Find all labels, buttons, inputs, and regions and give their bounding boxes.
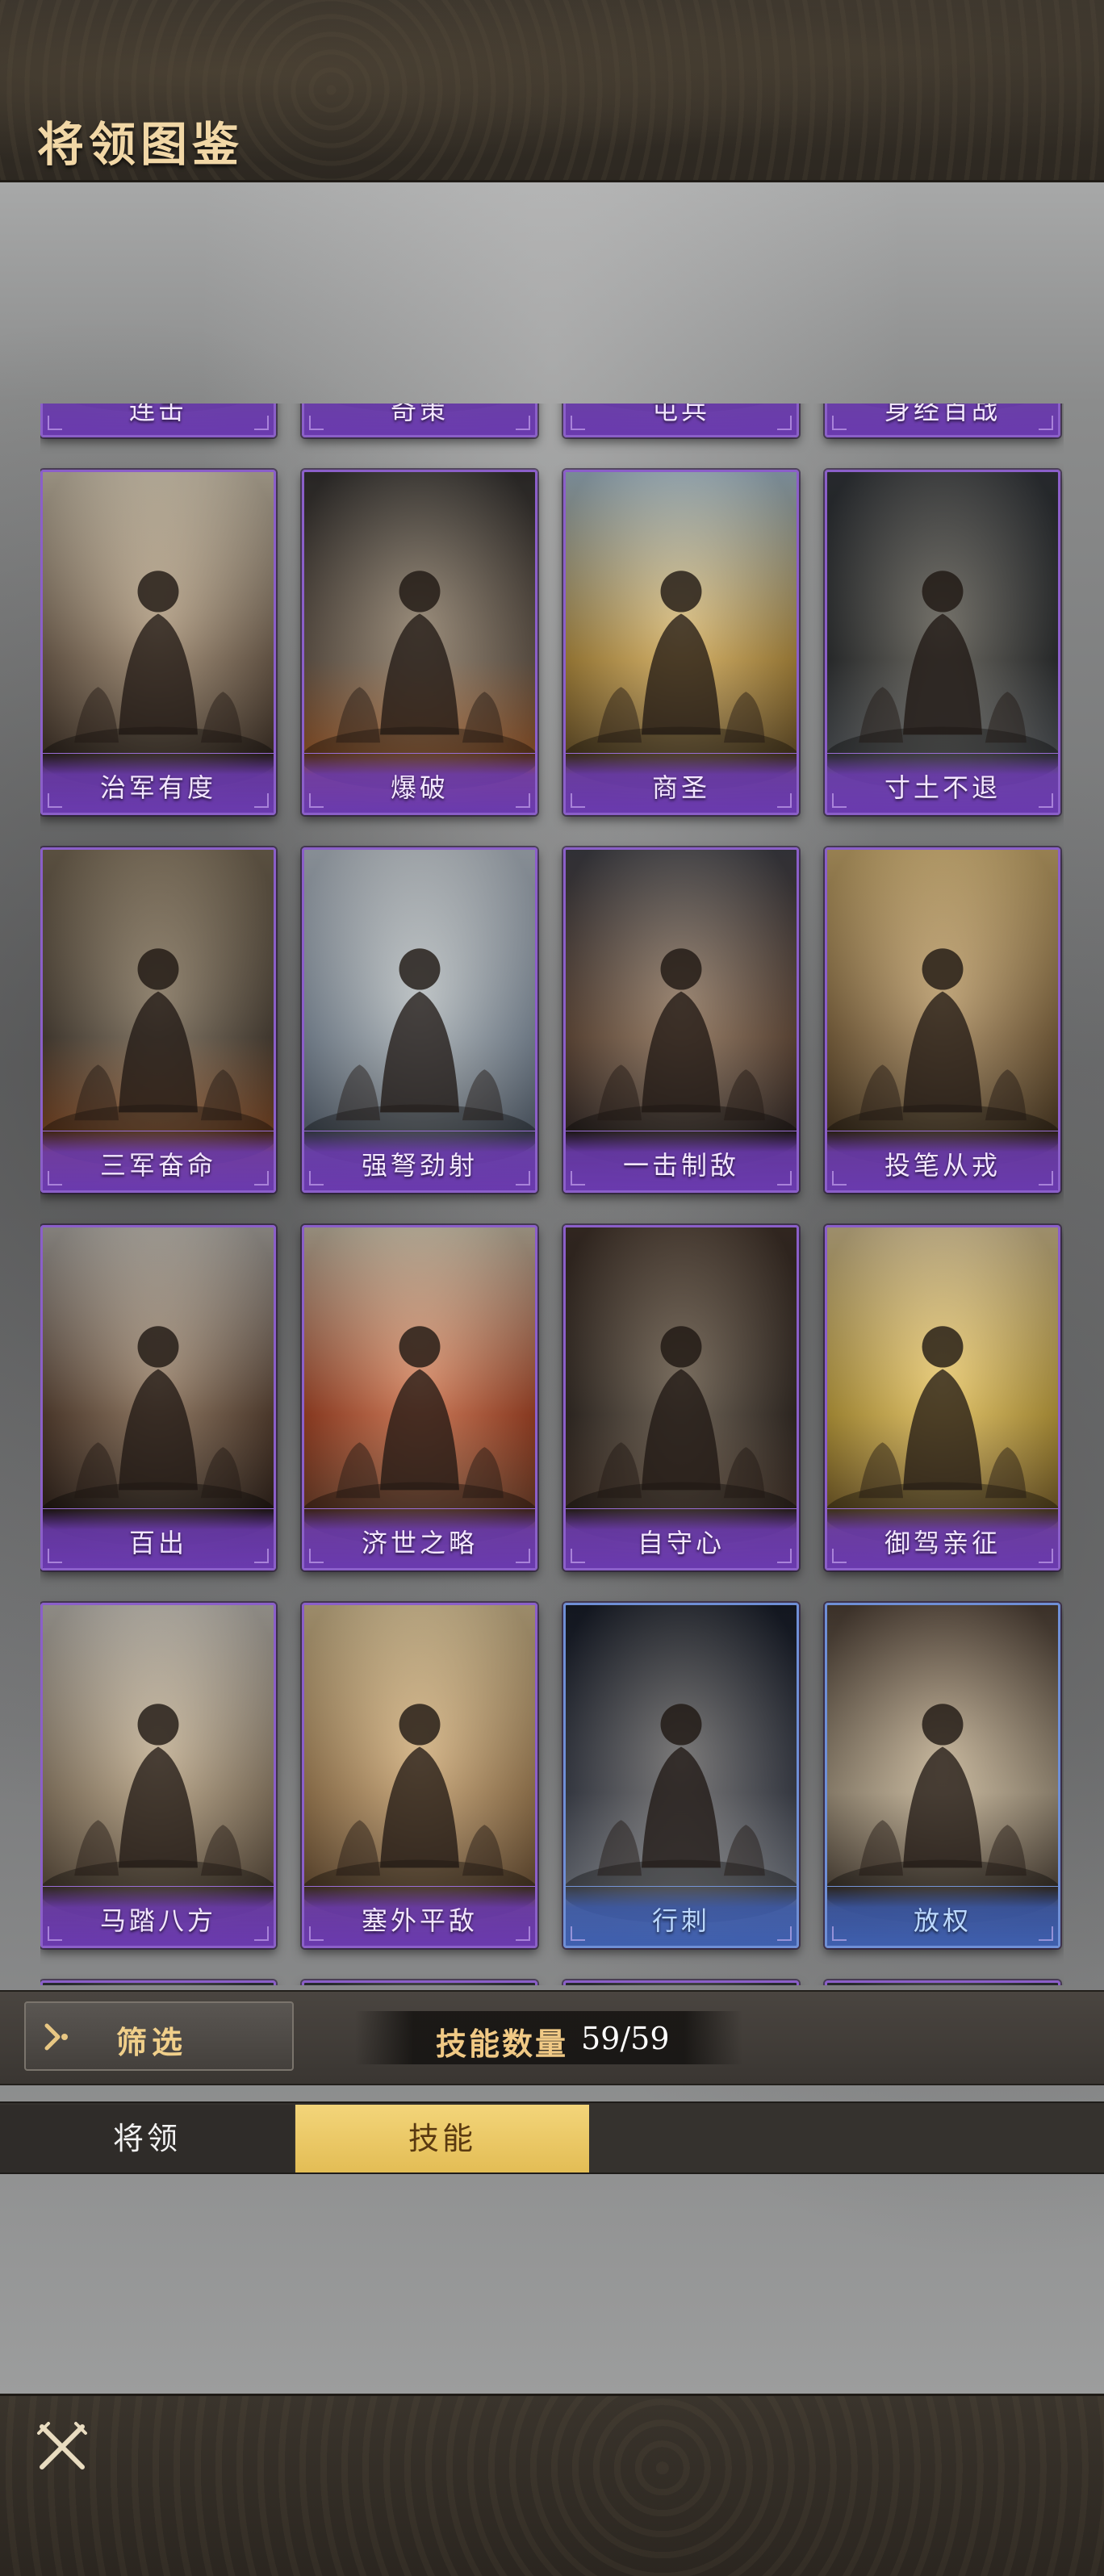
card-art [827,1983,1058,1985]
card-name: 三军奋命 [99,1150,216,1181]
skill-card-partial[interactable] [563,1980,799,1985]
skill-card-grid[interactable]: 连击 奇策 屯兵 身经百战 治军有度 爆破 商圣 寸土不退 三军奋命 强弩劲射 … [40,404,1064,1985]
skill-card[interactable]: 商圣 [563,470,799,815]
skill-count-label: 技能数量 [436,2026,569,2062]
page-header: 将领图鉴 [0,0,1104,182]
skill-card-partial[interactable] [825,1980,1060,1985]
card-name: 自守心 [637,1528,725,1558]
card-name: 一击制敌 [622,1150,739,1181]
chevron-right-icon [44,2023,68,2051]
page-title: 将领图鉴 [37,117,245,172]
skill-count: 技能数量 59/59 [355,2011,742,2064]
card-name: 奇策 [390,404,449,425]
category-tabs: 将领 技能 [0,2101,1104,2174]
card-name: 百出 [128,1528,187,1558]
card-name: 治军有度 [99,772,216,803]
skill-card[interactable]: 投笔从戎 [825,847,1060,1193]
skill-card-partial[interactable]: 奇策 [302,404,537,437]
tab-generals[interactable]: 将领 [0,2105,294,2172]
skill-card-partial[interactable]: 连击 [40,404,276,437]
skill-card[interactable]: 强弩劲射 [302,847,537,1193]
filter-button[interactable]: 筛选 [24,2001,294,2071]
skill-card[interactable]: 三军奋命 [40,847,276,1193]
skill-card[interactable]: 治军有度 [40,470,276,815]
card-name: 强弩劲射 [361,1150,478,1181]
skill-card[interactable]: 放权 [825,1603,1060,1948]
card-name: 济世之略 [361,1528,478,1558]
skill-card[interactable]: 寸土不退 [825,470,1060,815]
card-name: 爆破 [390,772,449,803]
skill-card[interactable]: 爆破 [302,470,537,815]
skill-count-value: 59/59 [581,2021,670,2056]
crossed-swords-close-icon[interactable] [36,2420,89,2474]
skill-card[interactable]: 行刺 [563,1603,799,1948]
skill-card[interactable]: 济世之略 [302,1225,537,1570]
skill-card[interactable]: 百出 [40,1225,276,1570]
card-name: 寸土不退 [884,772,1001,803]
card-name: 屯兵 [651,404,710,425]
card-name: 投笔从戎 [884,1150,1001,1181]
skill-card[interactable]: 一击制敌 [563,847,799,1193]
card-name: 塞外平敌 [361,1905,478,1936]
skill-card[interactable]: 自守心 [563,1225,799,1570]
card-name: 马踏八方 [99,1905,216,1936]
filter-bar: 筛选 技能数量 59/59 [0,1990,1104,2085]
tab-skills[interactable]: 技能 [295,2105,589,2172]
filter-label: 筛选 [116,2024,188,2060]
skill-card[interactable]: 御驾亲征 [825,1225,1060,1570]
card-name: 连击 [128,404,187,425]
skill-card[interactable]: 塞外平敌 [302,1603,537,1948]
skill-card-partial[interactable] [302,1980,537,1985]
skill-card[interactable]: 马踏八方 [40,1603,276,1948]
card-art [566,1983,797,1985]
page-footer [0,2394,1104,2576]
card-art [43,1983,274,1985]
skill-card-partial[interactable]: 屯兵 [563,404,799,437]
card-name: 御驾亲征 [884,1528,1001,1558]
card-name: 商圣 [651,772,710,803]
skill-card-partial[interactable]: 身经百战 [825,404,1060,437]
card-name: 身经百战 [884,404,1001,425]
card-art [304,1983,535,1985]
card-name: 行刺 [651,1905,710,1936]
skill-card-partial[interactable] [40,1980,276,1985]
card-name: 放权 [913,1905,972,1936]
